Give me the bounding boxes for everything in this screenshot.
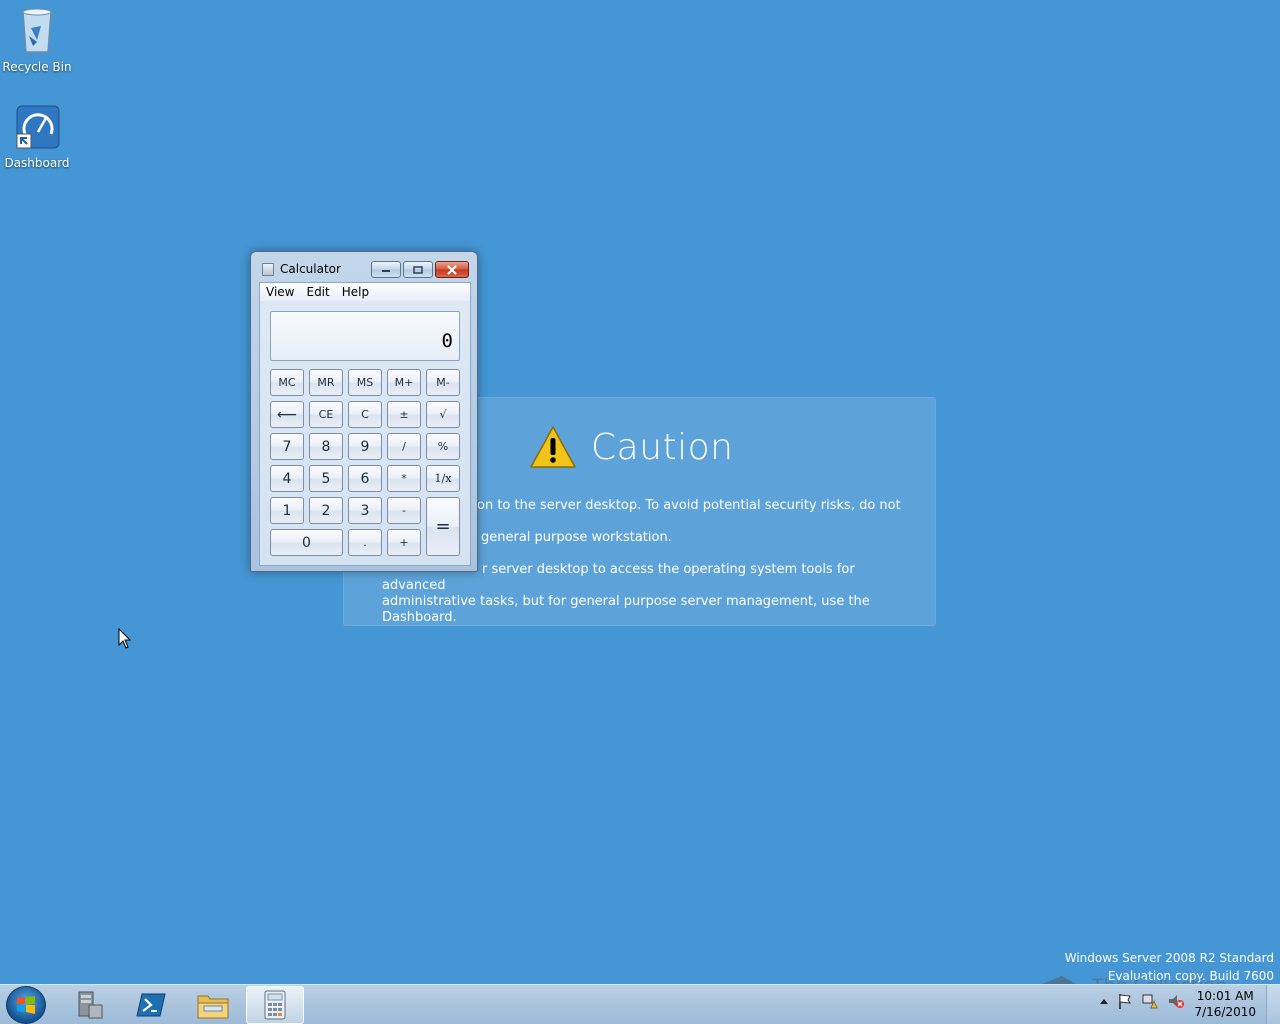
system-clock[interactable]: 10:01 AM 7/16/2010 bbox=[1194, 988, 1256, 1020]
desktop-icon-recycle-bin[interactable]: Recycle Bin bbox=[1, 6, 73, 74]
caution-header: Caution bbox=[529, 423, 733, 471]
taskbar-explorer[interactable] bbox=[184, 986, 242, 1024]
key-7[interactable]: 7 bbox=[270, 433, 304, 460]
key-backspace[interactable]: ⟵ bbox=[270, 401, 304, 428]
action-center-flag-icon[interactable] bbox=[1118, 993, 1132, 1009]
calculator-window[interactable]: Calculator View Edit Help 0 MC MR MS M+ … bbox=[250, 251, 478, 572]
desktop-icon-dashboard[interactable]: Dashboard bbox=[1, 104, 73, 170]
display-value: 0 bbox=[441, 330, 453, 352]
show-hidden-icons-arrow-icon[interactable] bbox=[1100, 998, 1108, 1004]
caution-line-4: administrative tasks, but for general pu… bbox=[382, 594, 870, 625]
window-title: Calculator bbox=[280, 262, 341, 276]
calculator-titlebar[interactable]: Calculator bbox=[251, 252, 477, 284]
close-button[interactable] bbox=[435, 261, 469, 278]
key-c[interactable]: C bbox=[348, 401, 382, 428]
key-multiply[interactable]: * bbox=[387, 465, 421, 492]
calculator-body: View Edit Help 0 MC MR MS M+ M- ⟵ CE C ±… bbox=[259, 282, 471, 566]
key-plus-minus[interactable]: ± bbox=[387, 401, 421, 428]
desktop-icon-label: Dashboard bbox=[4, 156, 70, 170]
key-percent[interactable]: % bbox=[426, 433, 460, 460]
key-sqrt[interactable]: √ bbox=[426, 401, 460, 428]
dashboard-icon bbox=[16, 105, 60, 149]
maximize-icon bbox=[413, 265, 423, 274]
key-divide[interactable]: / bbox=[387, 433, 421, 460]
key-ce[interactable]: CE bbox=[309, 401, 343, 428]
menu-edit[interactable]: Edit bbox=[300, 283, 335, 301]
warning-icon bbox=[530, 426, 576, 468]
maximize-button[interactable] bbox=[403, 261, 433, 278]
notification-area bbox=[1100, 993, 1184, 1009]
taskbar-server-manager[interactable] bbox=[60, 986, 118, 1024]
show-desktop-button[interactable] bbox=[1266, 985, 1280, 1024]
key-8[interactable]: 8 bbox=[309, 433, 343, 460]
key-m-plus[interactable]: M+ bbox=[387, 369, 421, 396]
key-5[interactable]: 5 bbox=[309, 465, 343, 492]
clock-date: 7/16/2010 bbox=[1194, 1005, 1256, 1019]
explorer-icon bbox=[197, 995, 229, 1019]
start-button[interactable] bbox=[6, 986, 46, 1024]
recycle-bin-icon bbox=[22, 8, 52, 53]
key-ms[interactable]: MS bbox=[348, 369, 382, 396]
powershell-icon bbox=[136, 993, 166, 1017]
key-minus[interactable]: - bbox=[387, 497, 421, 524]
build-edition: Windows Server 2008 R2 Standard bbox=[1064, 951, 1274, 965]
key-plus[interactable]: + bbox=[387, 529, 421, 556]
calculator-icon bbox=[264, 990, 286, 1020]
server-manager-icon bbox=[78, 991, 103, 1019]
minimize-icon bbox=[382, 269, 390, 272]
key-mr[interactable]: MR bbox=[309, 369, 343, 396]
clock-time: 10:01 AM bbox=[1196, 989, 1254, 1003]
caution-title: Caution bbox=[591, 426, 734, 468]
key-9[interactable]: 9 bbox=[348, 433, 382, 460]
key-3[interactable]: 3 bbox=[348, 497, 382, 524]
taskbar: 10:01 AM 7/16/2010 bbox=[0, 984, 1280, 1024]
windows-logo-icon bbox=[17, 996, 35, 1014]
key-2[interactable]: 2 bbox=[309, 497, 343, 524]
menu-help[interactable]: Help bbox=[336, 283, 375, 301]
network-warning-icon[interactable] bbox=[1142, 993, 1158, 1009]
taskbar-powershell[interactable] bbox=[122, 986, 180, 1024]
key-mc[interactable]: MC bbox=[270, 369, 304, 396]
calculator-display: 0 bbox=[270, 311, 460, 361]
key-0[interactable]: 0 bbox=[270, 529, 343, 556]
close-icon bbox=[447, 264, 457, 275]
key-1[interactable]: 1 bbox=[270, 497, 304, 524]
menu-view[interactable]: View bbox=[260, 283, 300, 301]
mouse-cursor-icon bbox=[118, 628, 132, 649]
taskbar-calculator[interactable] bbox=[246, 986, 304, 1024]
key-4[interactable]: 4 bbox=[270, 465, 304, 492]
calculator-app-icon bbox=[262, 263, 274, 276]
desktop-icon-label: Recycle Bin bbox=[2, 60, 72, 74]
key-equals[interactable]: = bbox=[426, 497, 460, 556]
menu-bar: View Edit Help bbox=[260, 283, 470, 301]
key-m-minus[interactable]: M- bbox=[426, 369, 460, 396]
volume-muted-icon[interactable] bbox=[1168, 993, 1184, 1009]
key-reciprocal[interactable]: 1/x bbox=[426, 465, 460, 492]
key-6[interactable]: 6 bbox=[348, 465, 382, 492]
key-decimal[interactable]: . bbox=[348, 529, 382, 556]
minimize-button[interactable] bbox=[371, 261, 401, 278]
